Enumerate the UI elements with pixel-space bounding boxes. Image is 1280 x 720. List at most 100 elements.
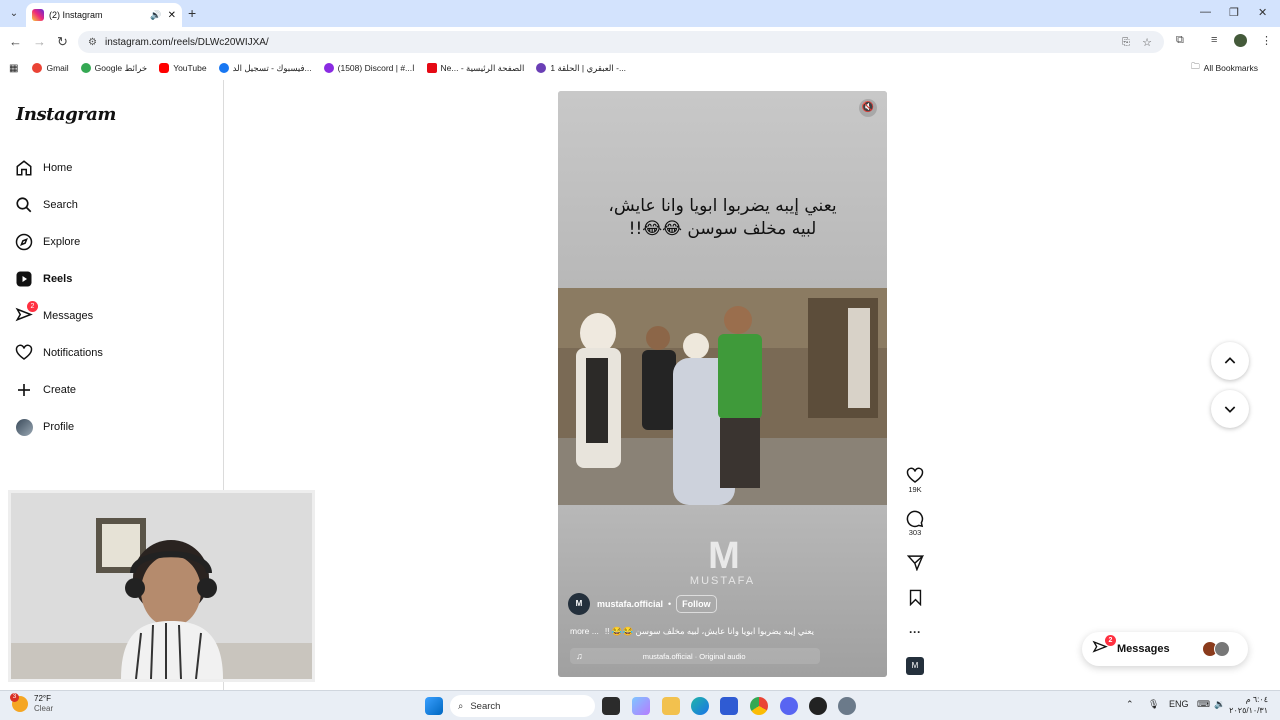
reload-icon[interactable]: ↻ bbox=[57, 34, 68, 50]
reel-player[interactable]: 🔇 يعني إيبه يضربوا ابويا وانا عايش، لبيه… bbox=[558, 91, 887, 677]
search-icon bbox=[14, 195, 34, 215]
mustafa-logo-icon: M bbox=[708, 535, 740, 577]
volume-icon[interactable]: 🔉 bbox=[1214, 699, 1225, 710]
sidebar-item-search[interactable]: Search bbox=[14, 195, 78, 215]
bookmark-icon[interactable] bbox=[904, 588, 926, 606]
compass-icon bbox=[14, 232, 34, 252]
close-window-icon[interactable]: ✕ bbox=[1258, 6, 1267, 19]
reels-icon bbox=[14, 269, 34, 289]
reel-caption[interactable]: more ... يعني إيبه يضربوا ابويا وانا عاي… bbox=[570, 626, 870, 637]
share-action[interactable] bbox=[904, 553, 926, 571]
bookmark-star-icon[interactable]: ☆ bbox=[1142, 36, 1152, 49]
follow-button[interactable]: Follow bbox=[676, 595, 717, 613]
all-bookmarks-button[interactable]: 🗀 All Bookmarks bbox=[1191, 61, 1258, 75]
like-action[interactable]: 19K bbox=[904, 467, 926, 494]
apps-grid-icon[interactable]: ▦ bbox=[9, 63, 18, 74]
new-tab-button[interactable]: + bbox=[188, 5, 196, 21]
sidebar-item-messages[interactable]: 2 Messages bbox=[14, 301, 93, 326]
reel-video-frame[interactable] bbox=[558, 288, 887, 505]
system-clock[interactable]: ٦:٠٤ م ٢٠٢٥/١٠/٣١ bbox=[1229, 694, 1268, 716]
recent-chats-avatars bbox=[1202, 641, 1230, 657]
author-username[interactable]: mustafa.official bbox=[597, 599, 663, 609]
weather-widget[interactable]: 3 72°F Clear bbox=[10, 693, 53, 714]
restore-icon[interactable]: ❐ bbox=[1229, 6, 1239, 19]
windows-start-icon[interactable] bbox=[425, 697, 443, 715]
webcam-overlay bbox=[8, 490, 315, 682]
media-controls-icon[interactable]: ≡ bbox=[1211, 34, 1217, 46]
watermark-text: MUSTAFA bbox=[689, 575, 756, 587]
tab-strip: ⌄ (2) Instagram 🔊 ✕ + — ❐ ✕ bbox=[0, 0, 1280, 27]
heart-icon bbox=[14, 343, 34, 363]
install-app-icon[interactable]: ⎘ bbox=[1122, 37, 1130, 48]
mute-icon[interactable]: 🔇 bbox=[859, 99, 877, 117]
sidebar-item-create[interactable]: Create bbox=[14, 380, 76, 400]
previous-reel-button[interactable] bbox=[1211, 342, 1249, 380]
messages-pill-label: Messages bbox=[1117, 643, 1170, 655]
messages-pill[interactable]: 2 Messages bbox=[1082, 632, 1248, 666]
tab-instagram[interactable]: (2) Instagram 🔊 ✕ bbox=[26, 3, 182, 27]
audio-bar[interactable]: ♫ mustafa.official · Original audio bbox=[570, 648, 820, 664]
taskbar-search[interactable]: ⌕ Search bbox=[450, 695, 595, 717]
sidebar-item-profile[interactable]: Profile bbox=[14, 417, 74, 437]
store-icon[interactable] bbox=[720, 697, 738, 715]
sidebar-item-notifications[interactable]: Notifications bbox=[14, 343, 103, 363]
comment-icon[interactable] bbox=[904, 510, 926, 528]
reel-bottom-area: M MUSTAFA M mustafa.official • Follow mo… bbox=[558, 505, 887, 677]
discord-icon[interactable] bbox=[780, 697, 798, 715]
file-explorer-icon[interactable] bbox=[662, 697, 680, 715]
task-view-icon[interactable] bbox=[602, 697, 620, 715]
tray-chevron-up-icon[interactable]: ⌃ bbox=[1126, 699, 1134, 710]
network-icon[interactable]: ⌨ bbox=[1197, 699, 1210, 710]
settings-gear-icon[interactable] bbox=[838, 697, 856, 715]
bookmark-facebook[interactable]: فيسبوك - تسجيل الد... bbox=[218, 62, 312, 74]
chrome-menu-icon[interactable]: ⋮ bbox=[1261, 34, 1272, 47]
author-avatar[interactable]: M bbox=[568, 593, 590, 615]
back-icon[interactable]: ← bbox=[9, 34, 22, 49]
more-options[interactable]: ··· bbox=[904, 623, 926, 641]
avatar bbox=[1214, 641, 1230, 657]
language-indicator[interactable]: ENG bbox=[1169, 699, 1189, 709]
sidebar-item-reels[interactable]: Reels bbox=[14, 269, 72, 289]
save-action[interactable] bbox=[904, 588, 926, 606]
send-icon[interactable] bbox=[904, 553, 926, 571]
media-app-icon[interactable] bbox=[809, 697, 827, 715]
heart-icon[interactable] bbox=[904, 467, 926, 485]
sidebar-item-label: Search bbox=[43, 199, 78, 211]
all-bookmarks-label: All Bookmarks bbox=[1203, 63, 1258, 73]
caption-more[interactable]: more ... bbox=[570, 626, 599, 637]
close-tab-icon[interactable]: ✕ bbox=[168, 10, 176, 21]
bookmark-maps[interactable]: Google خرائط bbox=[80, 63, 147, 74]
copilot-icon[interactable] bbox=[632, 697, 650, 715]
address-bar[interactable]: ⚙ instagram.com/reels/DLWc20WIJXA/ ⎘ ☆ bbox=[78, 31, 1164, 53]
comment-count: 303 bbox=[908, 528, 922, 537]
speaker-icon[interactable]: 🔊 bbox=[150, 10, 161, 21]
bookmark-netflix[interactable]: Ne... - الصفحة الرئيسية bbox=[426, 63, 524, 74]
extensions-icon[interactable]: ⧉ bbox=[1176, 34, 1184, 47]
like-count: 19K bbox=[908, 485, 922, 494]
tab-title: (2) Instagram bbox=[49, 10, 103, 20]
taskbar-search-label: Search bbox=[470, 700, 501, 712]
minimize-icon[interactable]: — bbox=[1200, 6, 1211, 18]
profile-avatar-icon[interactable] bbox=[1234, 34, 1247, 50]
audio-thumbnail-icon[interactable]: M bbox=[906, 657, 924, 675]
weather-temp: 72°F bbox=[34, 694, 51, 703]
bookmark-discord[interactable]: (1508) Discord | #...ا bbox=[323, 63, 415, 74]
messages-badge: 2 bbox=[27, 301, 38, 312]
bookmark-abqari[interactable]: العبقري | الحلقة 1 -... bbox=[536, 63, 626, 74]
bookmark-label: فيسبوك - تسجيل الد... bbox=[232, 62, 312, 73]
chrome-icon[interactable] bbox=[750, 697, 768, 715]
edge-icon[interactable] bbox=[691, 697, 709, 715]
site-info-icon[interactable]: ⚙ bbox=[88, 37, 97, 48]
microphone-icon[interactable]: 🎙 bbox=[1148, 699, 1159, 710]
bookmark-gmail[interactable]: Gmail bbox=[32, 63, 69, 73]
sidebar-item-home[interactable]: Home bbox=[14, 158, 72, 178]
bookmark-youtube[interactable]: YouTube bbox=[159, 63, 207, 73]
next-reel-button[interactable] bbox=[1211, 390, 1249, 428]
comment-action[interactable]: 303 bbox=[904, 510, 926, 537]
sidebar-item-explore[interactable]: Explore bbox=[14, 232, 80, 252]
tab-search-button[interactable]: ⌄ bbox=[6, 6, 22, 22]
more-horizontal-icon[interactable]: ··· bbox=[904, 623, 926, 641]
bookmark-label: Gmail bbox=[46, 63, 69, 73]
instagram-logo[interactable]: Instagram bbox=[16, 104, 116, 125]
forward-icon[interactable]: → bbox=[33, 34, 46, 49]
